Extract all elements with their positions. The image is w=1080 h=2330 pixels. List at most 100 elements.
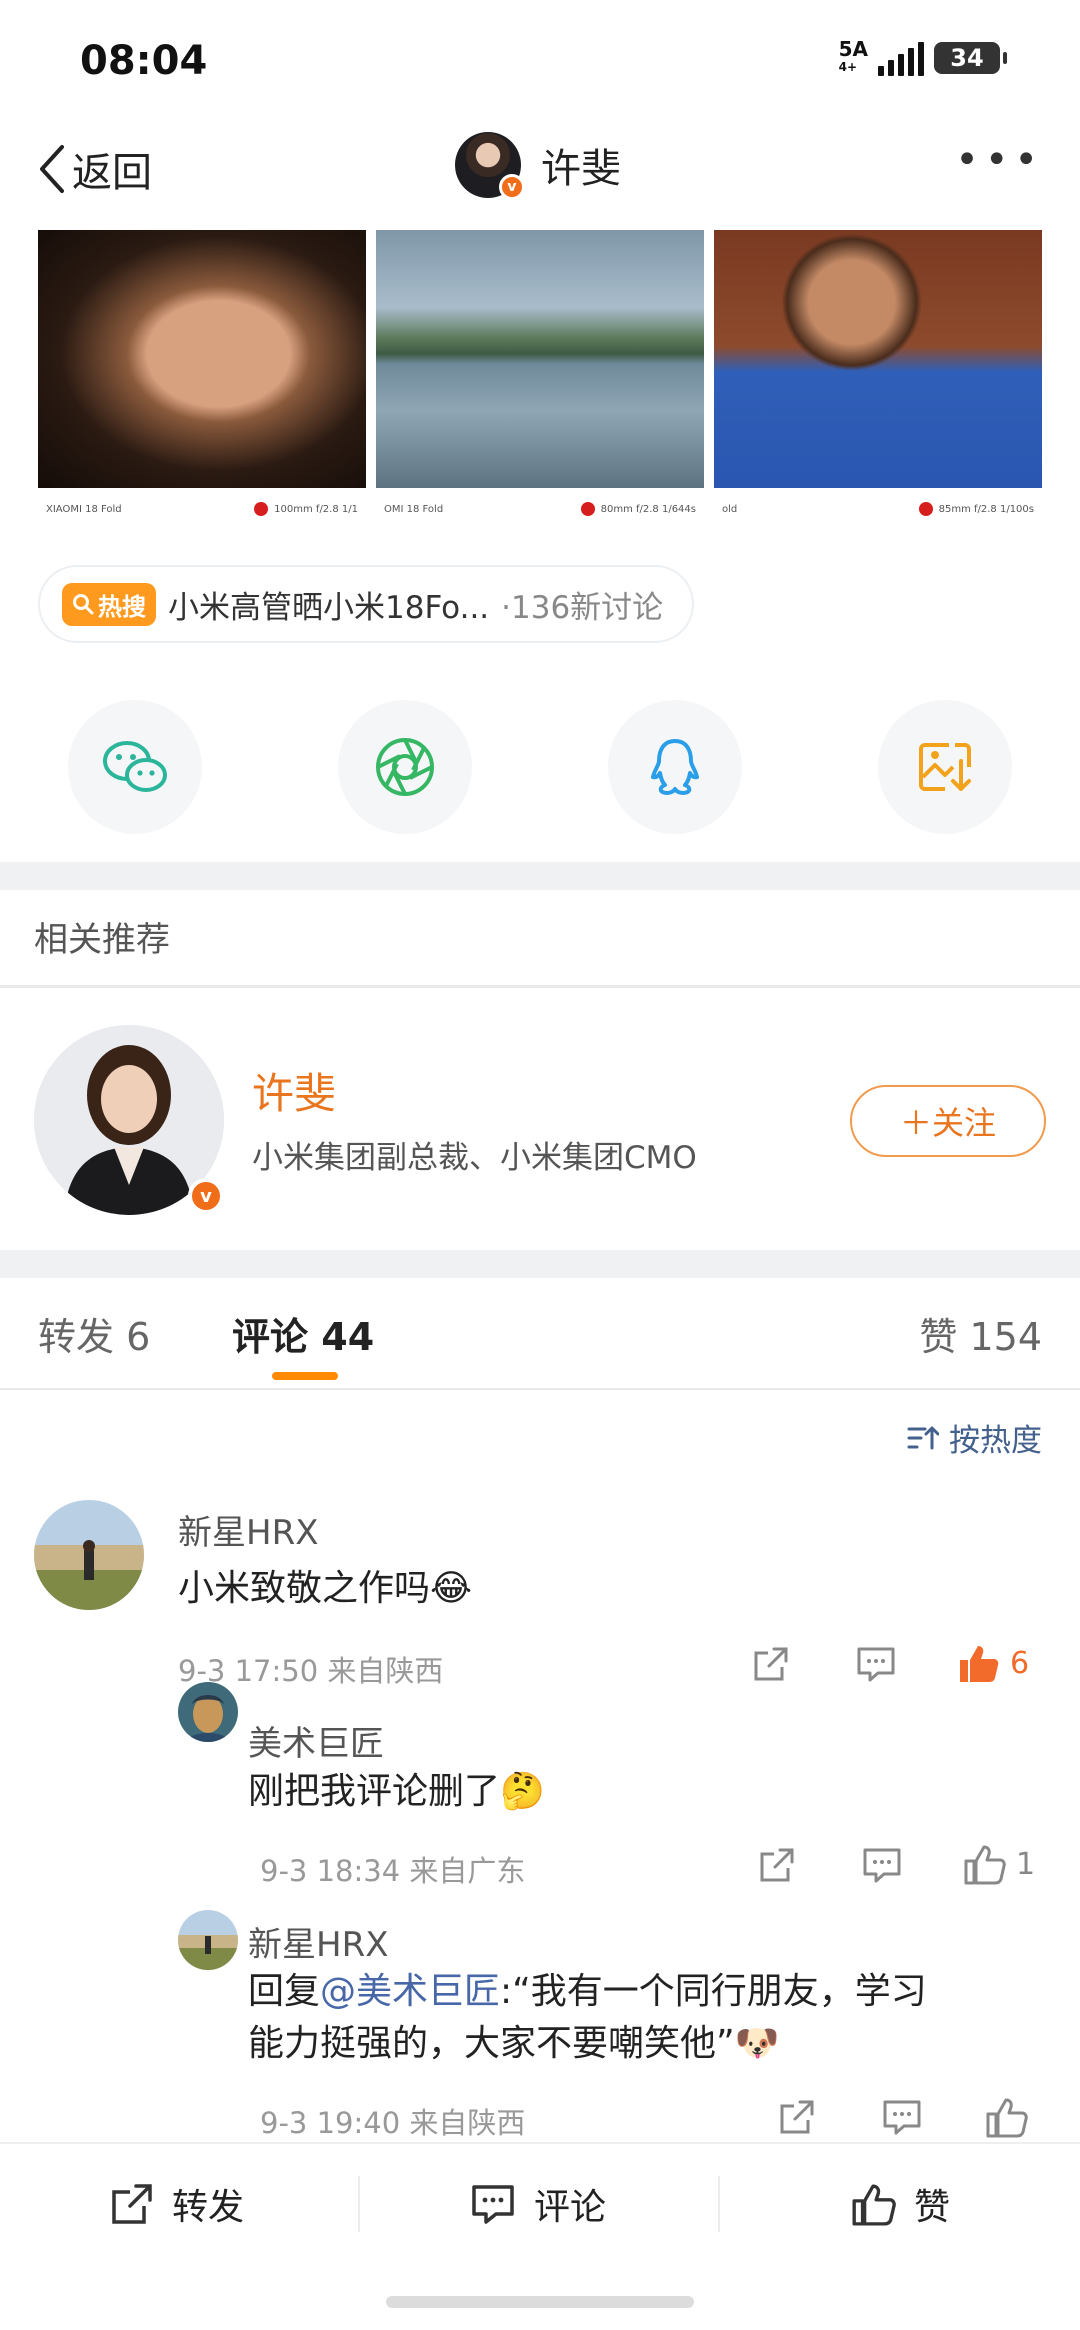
portrait-photo <box>714 230 1042 488</box>
recommended-user-name[interactable]: 许斐 <box>252 1060 336 1121</box>
share-qq-button[interactable] <box>608 700 742 834</box>
post-image-2[interactable]: OMI 18 Fold 80mm f/2.8 1/644s <box>376 230 704 530</box>
comment-text: 小米致敬之作吗😂 <box>178 1568 473 1609</box>
portrait-photo <box>38 230 366 488</box>
separator <box>718 2176 720 2232</box>
home-indicator[interactable] <box>386 2296 694 2308</box>
comment-like-count: 6 <box>1010 1645 1030 1681</box>
photo-caption: XIAOMI 18 Fold 100mm f/2.8 1/1 <box>38 488 366 530</box>
battery-icon: 34 <box>934 42 1007 74</box>
page-title: 许斐 <box>541 146 621 192</box>
caption-left: old <box>722 503 738 515</box>
reply-text-line1: :“我有一个同行朋友，学习 <box>500 1971 927 2012</box>
post-image-3[interactable]: old 85mm f/2.8 1/100s <box>714 230 1042 530</box>
chevron-left-icon <box>40 145 64 193</box>
section-divider <box>0 862 1080 890</box>
tab-reposts[interactable]: 转发 6 <box>38 1306 150 1361</box>
follow-button[interactable]: ＋关注 <box>850 1085 1046 1157</box>
tab-comments-count: 44 <box>321 1315 375 1359</box>
back-button[interactable]: 返回 <box>36 140 152 198</box>
user-avatar-photo <box>178 1910 238 1970</box>
caption-left: OMI 18 Fold <box>384 503 444 515</box>
reply-meta: 9-3 18:34 来自广东 <box>260 1854 526 1888</box>
reply-prefix: 回复 <box>248 1971 321 2012</box>
hot-search-title: 小米高管晒小米18Fo... <box>168 589 490 626</box>
tab-reposts-label: 转发 <box>38 1315 115 1359</box>
reply-like-button[interactable] <box>984 2096 1028 2142</box>
user-avatar-photo <box>34 1500 144 1610</box>
sort-button[interactable]: 按热度 <box>907 1415 1042 1460</box>
tab-comments[interactable]: 评论 44 <box>232 1306 374 1361</box>
active-tab-indicator <box>272 1372 338 1380</box>
comment-reply-button[interactable] <box>856 1645 896 1687</box>
sort-icon <box>907 1426 939 1449</box>
section-divider <box>0 1250 1080 1278</box>
repost-icon <box>112 2184 152 2224</box>
thumbs-up-icon <box>986 2098 1028 2138</box>
thumbs-up-icon <box>964 1845 1006 1885</box>
like-label: 赞 <box>914 2187 951 2228</box>
post-image-1[interactable]: XIAOMI 18 Fold 100mm f/2.8 1/1 <box>38 230 366 530</box>
reply-author[interactable]: 新星HRX <box>248 1917 388 1966</box>
reply-meta: 9-3 19:40 来自陕西 <box>260 2106 526 2140</box>
related-section-title: 相关推荐 <box>34 920 170 960</box>
comment-icon <box>472 2185 514 2224</box>
comment-icon <box>883 2100 921 2135</box>
network-label: 5A <box>838 37 868 61</box>
avatar: v <box>455 132 525 200</box>
comment-share-button[interactable] <box>752 1645 790 1687</box>
separator <box>358 2176 360 2232</box>
thumbs-up-icon <box>852 2184 896 2226</box>
comment-like-button[interactable]: 6 <box>956 1642 1029 1684</box>
tab-comments-label: 评论 <box>232 1315 309 1359</box>
more-options-button[interactable]: ••• <box>955 140 1044 180</box>
reply-author[interactable]: 美术巨匠 <box>248 1716 384 1765</box>
photo-caption: old 85mm f/2.8 1/100s <box>714 488 1042 530</box>
moments-icon <box>376 738 434 796</box>
mention-link[interactable]: @美术巨匠 <box>320 1971 500 2012</box>
reply-text: 回复@美术巨匠:“我有一个同行朋友，学习 能力挺强的，大家不要嘲笑他”🐶 <box>248 1966 927 2070</box>
like-button[interactable]: 赞 <box>850 2178 950 2230</box>
divider <box>0 1388 1080 1390</box>
tab-likes-count: 154 <box>969 1315 1042 1359</box>
share-icon <box>760 1848 794 1882</box>
tab-likes[interactable]: 赞 154 <box>919 1306 1042 1361</box>
reply-reply-button[interactable] <box>882 2098 922 2140</box>
nav-profile[interactable]: v 许斐 <box>455 132 621 200</box>
share-icon <box>754 1647 788 1681</box>
comment-button[interactable]: 评论 <box>470 2178 606 2230</box>
user-avatar-photo <box>178 1682 238 1742</box>
caption-left: XIAOMI 18 Fold <box>46 503 122 515</box>
save-image-button[interactable] <box>878 700 1012 834</box>
caption-right: 80mm f/2.8 1/644s <box>600 504 696 515</box>
caption-right: 85mm f/2.8 1/100s <box>938 504 1034 515</box>
tab-likes-label: 赞 <box>919 1315 958 1359</box>
avatar[interactable] <box>34 1500 144 1610</box>
search-icon <box>73 594 94 615</box>
qq-icon <box>651 739 699 795</box>
status-indicators: 5A 4+ 34 <box>838 37 1007 76</box>
wechat-icon <box>103 741 167 792</box>
reply-reply-button[interactable] <box>862 1846 902 1888</box>
comment-icon <box>857 1647 895 1682</box>
avatar[interactable] <box>178 1910 238 1970</box>
thumbs-up-icon <box>960 1646 999 1682</box>
caption-right-wrap: 85mm f/2.8 1/100s <box>918 502 1034 516</box>
reply-like-count: 1 <box>1016 1846 1036 1882</box>
repost-button[interactable]: 转发 <box>110 2178 244 2230</box>
avatar[interactable] <box>178 1682 238 1742</box>
status-time: 08:04 <box>80 38 208 84</box>
hot-search-count: ·136新讨论 <box>501 589 664 626</box>
photo-caption: OMI 18 Fold 80mm f/2.8 1/644s <box>376 488 704 530</box>
reply-share-button[interactable] <box>758 1846 796 1888</box>
share-moments-button[interactable] <box>338 700 472 834</box>
comment-author[interactable]: 新星HRX <box>178 1505 318 1554</box>
reply-like-button[interactable]: 1 <box>962 1843 1035 1885</box>
leica-logo-icon <box>580 502 595 516</box>
comment-icon <box>863 1848 901 1883</box>
share-wechat-button[interactable] <box>68 700 202 834</box>
tab-reposts-count: 6 <box>126 1315 151 1359</box>
hot-search-link[interactable]: 热搜 小米高管晒小米18Fo... ·136新讨论 <box>38 565 694 643</box>
verified-icon: v <box>499 174 525 200</box>
reply-share-button[interactable] <box>778 2098 816 2140</box>
